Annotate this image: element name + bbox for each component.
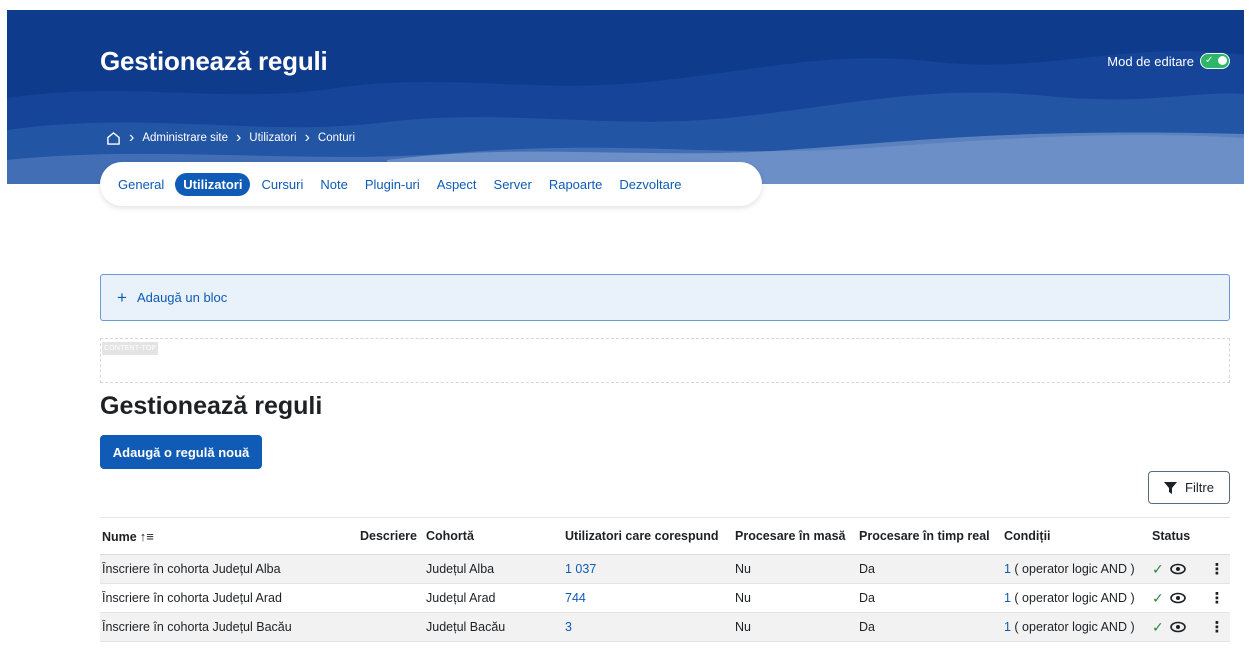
- conditions-cell: 1 ( operator logic AND ): [1004, 620, 1152, 634]
- column-header-bulk-processing: Procesare în masă: [735, 529, 846, 543]
- add-block-label: Adaugă un bloc: [136, 290, 228, 305]
- tab-reports[interactable]: Rapoarte: [543, 173, 608, 196]
- region-label: CONTENT-TOP: [102, 342, 159, 355]
- column-header-realtime-processing: Procesare în timp real: [859, 529, 990, 543]
- breadcrumb-item-accounts[interactable]: Conturi: [318, 132, 355, 144]
- chevron-right-icon: ›: [304, 129, 310, 146]
- breadcrumb-item-site-admin[interactable]: Administrare site: [142, 132, 228, 144]
- admin-nav-tabs: General Utilizatori Cursuri Note Plugin-…: [100, 162, 762, 206]
- rule-cohort: Județul Bacău: [426, 620, 506, 634]
- conditions-cell: 1 ( operator logic AND ): [1004, 591, 1152, 605]
- bulk-processing-value: Nu: [735, 620, 751, 634]
- column-header-status: Status: [1152, 529, 1191, 543]
- block-region-content-top: CONTENT-TOP: [100, 338, 1230, 383]
- filter-label: Filtre: [1185, 480, 1214, 495]
- tab-server[interactable]: Server: [488, 173, 538, 196]
- conditions-count-link[interactable]: 1: [1004, 620, 1011, 634]
- add-rule-button[interactable]: Adaugă o regulă nouă: [100, 435, 262, 469]
- bulk-processing-value: Nu: [735, 591, 751, 605]
- check-icon: ✓: [1152, 589, 1164, 606]
- rule-cohort: Județul Alba: [426, 562, 495, 576]
- more-actions-icon[interactable]: ⋮: [1207, 618, 1227, 636]
- column-header-name[interactable]: Nume ↑≡: [100, 529, 360, 544]
- page-header-banner: Gestionează reguli Mod de editare ✓ › Ad…: [7, 10, 1244, 184]
- check-icon: ✓: [1205, 55, 1214, 66]
- table-row: Înscriere în cohorta Județul Alba Județu…: [100, 555, 1230, 584]
- status-cell: ✓: [1152, 561, 1207, 578]
- conditions-operator: ( operator logic AND ): [1010, 591, 1135, 605]
- table-row: Înscriere în cohorta Județul Bacău Județ…: [100, 613, 1230, 642]
- table-body: Înscriere în cohorta Județul Alba Județu…: [100, 555, 1230, 642]
- matching-users-link[interactable]: 1 037: [565, 562, 735, 576]
- tab-grades[interactable]: Note: [314, 173, 353, 196]
- conditions-operator: ( operator logic AND ): [1010, 562, 1135, 576]
- tab-users[interactable]: Utilizatori: [175, 172, 251, 196]
- conditions-count-link[interactable]: 1: [1004, 591, 1011, 605]
- rules-table: Nume ↑≡ Descriere Cohortă Utilizatori car…: [100, 517, 1230, 642]
- matching-users-link[interactable]: 3: [565, 620, 735, 634]
- eye-icon[interactable]: [1169, 621, 1186, 633]
- bulk-processing-value: Nu: [735, 562, 751, 576]
- edit-mode-switch[interactable]: Mod de editare ✓: [1107, 53, 1230, 69]
- table-row: Înscriere în cohorta Județul Arad Județu…: [100, 584, 1230, 613]
- rule-name: Înscriere în cohorta Județul Arad: [102, 591, 282, 605]
- eye-icon[interactable]: [1169, 563, 1186, 575]
- check-icon: ✓: [1152, 560, 1164, 577]
- column-header-conditions: Condiții: [1004, 529, 1051, 543]
- edit-mode-label: Mod de editare: [1107, 53, 1194, 69]
- toggle-knob: [1218, 56, 1227, 65]
- rule-name: Înscriere în cohorta Județul Bacău: [102, 620, 292, 634]
- section-title: Gestionează reguli: [100, 392, 323, 420]
- status-cell: ✓: [1152, 619, 1207, 636]
- add-block-button[interactable]: + Adaugă un bloc: [100, 274, 1230, 321]
- realtime-processing-value: Da: [859, 620, 875, 634]
- column-header-matching-users: Utilizatori care corespund: [565, 529, 719, 543]
- breadcrumb-item-users[interactable]: Utilizatori: [249, 132, 296, 144]
- filter-icon: [1164, 481, 1178, 494]
- column-header-cohort: Cohortă: [426, 529, 474, 543]
- sort-ascending-icon[interactable]: ↑≡: [140, 529, 154, 544]
- tab-development[interactable]: Dezvoltare: [613, 173, 687, 196]
- filter-button[interactable]: Filtre: [1148, 471, 1230, 504]
- conditions-count-link[interactable]: 1: [1004, 562, 1011, 576]
- check-icon: ✓: [1152, 618, 1164, 635]
- plus-icon: +: [117, 287, 127, 307]
- tab-appearance[interactable]: Aspect: [431, 173, 483, 196]
- tab-plugins[interactable]: Plugin-uri: [359, 173, 426, 196]
- edit-mode-toggle[interactable]: ✓: [1200, 53, 1230, 69]
- rule-name: Înscriere în cohorta Județul Alba: [102, 562, 281, 576]
- realtime-processing-value: Da: [859, 591, 875, 605]
- chevron-right-icon: ›: [235, 129, 242, 146]
- page-title: Gestionează reguli: [100, 46, 328, 76]
- conditions-operator: ( operator logic AND ): [1010, 620, 1135, 634]
- more-actions-icon[interactable]: ⋮: [1207, 589, 1227, 607]
- status-cell: ✓: [1152, 590, 1207, 607]
- conditions-cell: 1 ( operator logic AND ): [1004, 562, 1152, 576]
- table-header-row: Nume ↑≡ Descriere Cohortă Utilizatori car…: [100, 517, 1230, 555]
- header-background-waves: [7, 51, 1244, 184]
- chevron-right-icon: ›: [129, 129, 135, 146]
- breadcrumb: › Administrare site › Utilizatori › Cont…: [106, 129, 355, 146]
- realtime-processing-value: Da: [859, 562, 875, 576]
- tab-courses[interactable]: Cursuri: [255, 173, 309, 196]
- more-actions-icon[interactable]: ⋮: [1207, 560, 1227, 578]
- eye-icon[interactable]: [1169, 592, 1186, 604]
- rule-cohort: Județul Arad: [426, 591, 496, 605]
- column-header-description: Descriere: [360, 529, 417, 543]
- home-icon[interactable]: [106, 131, 121, 145]
- column-header-name-label: Nume: [102, 529, 137, 544]
- tab-general[interactable]: General: [112, 173, 170, 196]
- matching-users-link[interactable]: 744: [565, 591, 735, 605]
